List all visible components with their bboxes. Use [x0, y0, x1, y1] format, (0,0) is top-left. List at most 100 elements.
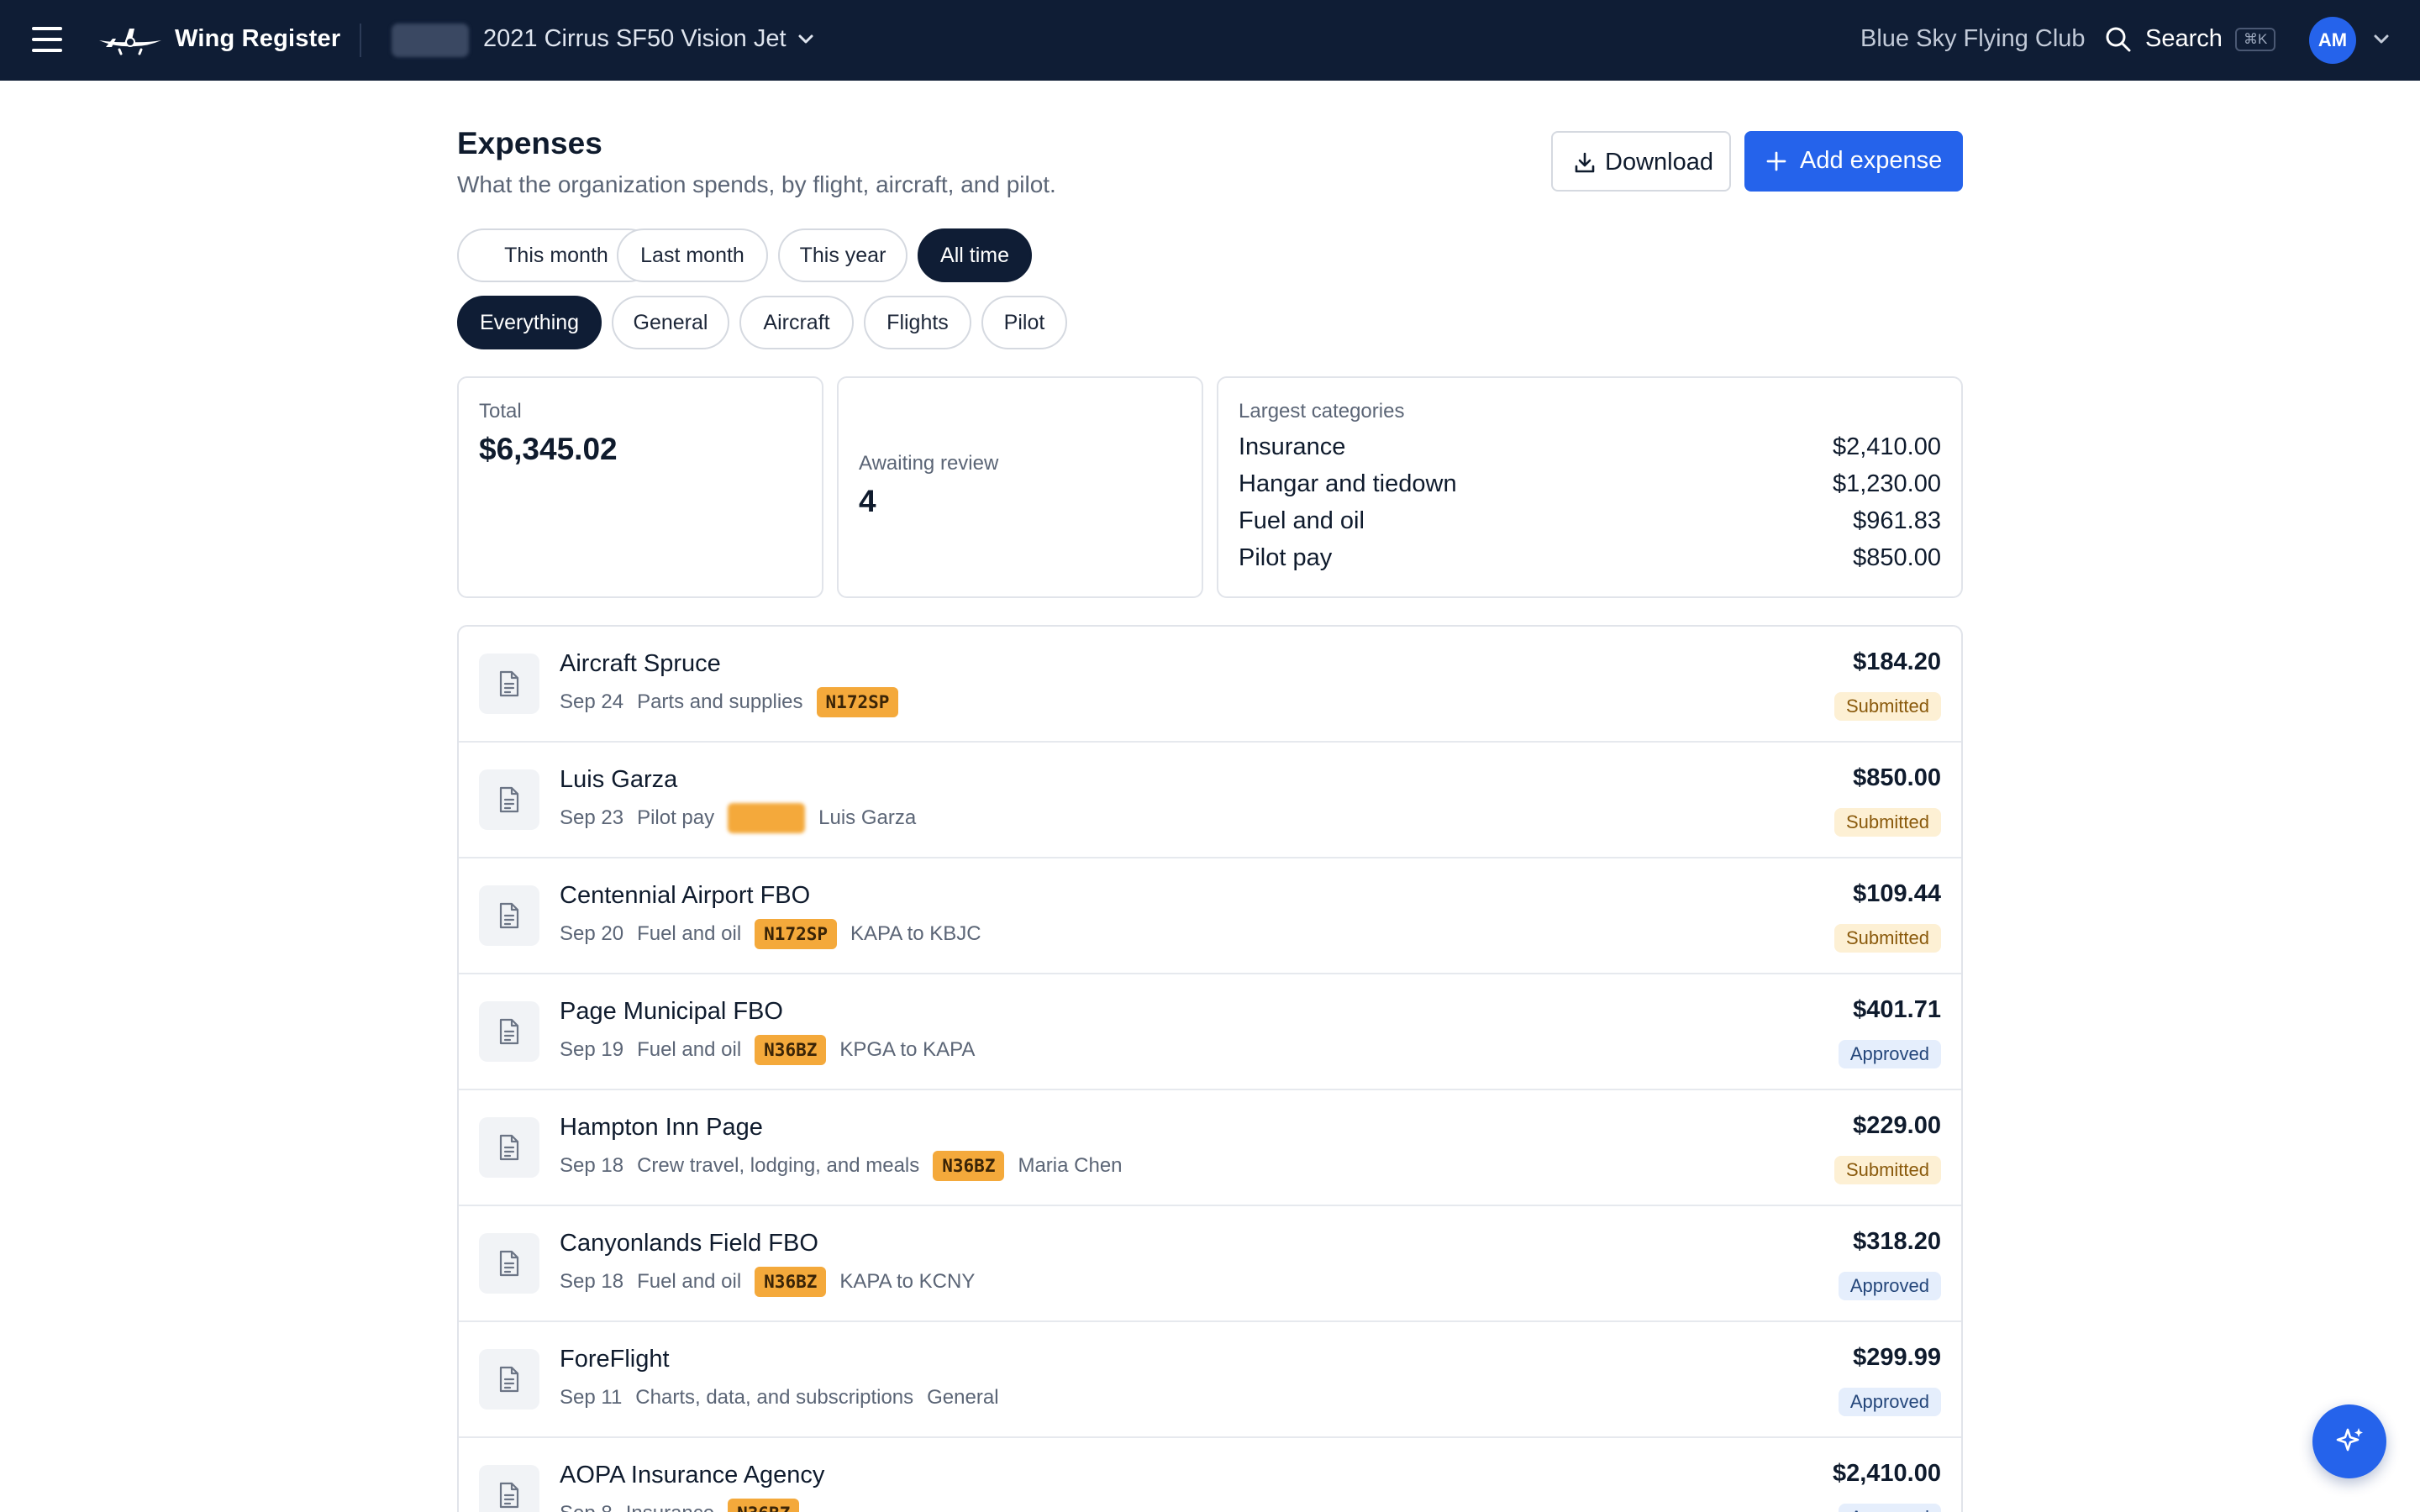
- org-name[interactable]: Blue Sky Flying Club: [1860, 25, 2086, 53]
- filter-general[interactable]: General: [612, 296, 729, 349]
- expense-amount: $2,410.00: [1832, 1460, 1941, 1487]
- document-icon: [479, 654, 539, 714]
- tail-number-tag[interactable]: N36BZ: [728, 1499, 800, 1512]
- filter-all-time[interactable]: All time: [918, 228, 1032, 282]
- download-icon: [1575, 152, 1595, 173]
- expense-category: Fuel and oil: [637, 1038, 742, 1061]
- expense-date: Sep 20: [560, 922, 624, 945]
- menu-icon[interactable]: [32, 27, 62, 54]
- app-name[interactable]: Wing Register: [175, 25, 340, 53]
- expense-row[interactable]: Aircraft Spruce Sep 24 Parts and supplie…: [459, 627, 1961, 743]
- expense-vendor: AOPA Insurance Agency: [560, 1462, 825, 1488]
- expense-row[interactable]: Canyonlands Field FBO Sep 18 Fuel and oi…: [459, 1206, 1961, 1322]
- awaiting-review-value: 4: [859, 484, 876, 518]
- tail-number-tag[interactable]: N36BZ: [755, 1035, 827, 1065]
- add-expense-button[interactable]: Add expense: [1744, 131, 1963, 192]
- document-icon: [479, 1349, 539, 1410]
- largest-categories-label: Largest categories: [1239, 400, 1405, 423]
- status-badge: Submitted: [1833, 692, 1941, 721]
- assistant-button[interactable]: [2312, 1404, 2386, 1478]
- search-icon[interactable]: [2104, 25, 2133, 54]
- document-icon: [479, 1117, 539, 1178]
- category-name: Pilot pay: [1239, 544, 1333, 571]
- expense-vendor: Luis Garza: [560, 766, 678, 793]
- expense-meta: Sep 19 Fuel and oil N36BZ KPGA to KAPA: [560, 1035, 988, 1065]
- expense-detail: KPGA to KAPA: [839, 1038, 976, 1061]
- plane-logo-icon[interactable]: [97, 22, 163, 59]
- category-row: Fuel and oil $961.83: [1239, 507, 1941, 541]
- expense-meta: Sep 18 Fuel and oil N36BZ KAPA to KCNY: [560, 1267, 988, 1297]
- plus-icon: [1766, 151, 1786, 171]
- expense-list: Aircraft Spruce Sep 24 Parts and supplie…: [457, 625, 1963, 1512]
- category-name: Hangar and tiedown: [1239, 470, 1457, 497]
- category-amount: $961.83: [1853, 507, 1941, 534]
- aircraft-selector[interactable]: 2021 Cirrus SF50 Vision Jet: [483, 25, 786, 53]
- status-badge: Submitted: [1833, 1156, 1941, 1184]
- status-badge: Approved: [1838, 1504, 1941, 1512]
- expense-vendor: Centennial Airport FBO: [560, 882, 811, 909]
- expense-meta: Sep 20 Fuel and oil N172SP KAPA to KBJC: [560, 919, 995, 949]
- total-value: $6,345.02: [479, 432, 618, 466]
- expense-detail: KAPA to KBJC: [850, 922, 981, 945]
- category-amount: $2,410.00: [1832, 433, 1941, 460]
- expense-amount: $184.20: [1853, 648, 1941, 675]
- expense-category: Fuel and oil: [637, 922, 742, 945]
- top-nav-bar: Wing Register 2021 Cirrus SF50 Vision Je…: [0, 0, 2420, 81]
- filter-this-year[interactable]: This year: [778, 228, 908, 282]
- expense-meta: Sep 18 Crew travel, lodging, and meals N…: [560, 1151, 1136, 1181]
- filter-pilot[interactable]: Pilot: [981, 296, 1067, 349]
- tail-number-tag[interactable]: [728, 803, 806, 833]
- expense-amount: $318.20: [1853, 1228, 1941, 1255]
- total-label: Total: [479, 400, 522, 423]
- chevron-down-icon[interactable]: [2371, 30, 2391, 49]
- document-icon: [479, 885, 539, 946]
- expense-category: Fuel and oil: [637, 1270, 742, 1293]
- tail-number-tag[interactable]: N172SP: [755, 919, 838, 949]
- search-button[interactable]: Search: [2145, 25, 2223, 53]
- expense-meta: Sep 23 Pilot pay Luis Garza: [560, 803, 929, 833]
- expense-row[interactable]: Luis Garza Sep 23 Pilot pay Luis Garza $…: [459, 743, 1961, 858]
- status-badge: Submitted: [1833, 924, 1941, 953]
- expense-row[interactable]: Centennial Airport FBO Sep 20 Fuel and o…: [459, 858, 1961, 974]
- status-badge: Approved: [1838, 1040, 1941, 1068]
- expense-row[interactable]: Page Municipal FBO Sep 19 Fuel and oil N…: [459, 974, 1961, 1090]
- status-badge: Approved: [1838, 1272, 1941, 1300]
- expense-category: Charts, data, and subscriptions: [635, 1386, 914, 1409]
- filter-aircraft[interactable]: Aircraft: [739, 296, 854, 349]
- awaiting-review-card[interactable]: Awaiting review 4: [837, 376, 1203, 598]
- expense-category: Parts and supplies: [637, 690, 803, 713]
- document-icon: [479, 1465, 539, 1512]
- expense-amount: $299.99: [1853, 1344, 1941, 1371]
- avatar[interactable]: AM: [2309, 17, 2356, 64]
- filter-last-month[interactable]: Last month: [617, 228, 768, 282]
- download-button[interactable]: Download: [1551, 131, 1731, 192]
- category-name: Insurance: [1239, 433, 1346, 460]
- expense-meta: Sep 11 Charts, data, and subscriptions G…: [560, 1383, 1013, 1413]
- tail-number-tag[interactable]: N36BZ: [755, 1267, 827, 1297]
- category-amount: $850.00: [1853, 544, 1941, 571]
- chevron-down-icon[interactable]: [795, 30, 817, 49]
- add-expense-label: Add expense: [1800, 147, 1943, 174]
- total-card: Total $6,345.02: [457, 376, 823, 598]
- expense-meta: Sep 24 Parts and supplies N172SP: [560, 687, 912, 717]
- expense-category: Insurance: [626, 1502, 714, 1512]
- category-row: Hangar and tiedown $1,230.00: [1239, 470, 1941, 504]
- tail-number-tag[interactable]: N36BZ: [933, 1151, 1005, 1181]
- expense-row[interactable]: ForeFlight Sep 11 Charts, data, and subs…: [459, 1322, 1961, 1438]
- expense-detail: General: [927, 1386, 999, 1409]
- tail-number-tag[interactable]: N172SP: [816, 687, 899, 717]
- filter-flights[interactable]: Flights: [864, 296, 971, 349]
- page-subtitle: What the organization spends, by flight,…: [457, 171, 1056, 197]
- expense-date: Sep 18: [560, 1154, 624, 1177]
- document-icon: [479, 1233, 539, 1294]
- expense-amount: $229.00: [1853, 1112, 1941, 1139]
- download-label: Download: [1605, 149, 1713, 176]
- document-icon: [479, 769, 539, 830]
- expense-date: Sep 8: [560, 1502, 613, 1512]
- largest-categories-card: Largest categories Insurance $2,410.00 H…: [1217, 376, 1963, 598]
- filter-everything[interactable]: Everything: [457, 296, 602, 349]
- expense-row[interactable]: Hampton Inn Page Sep 18 Crew travel, lod…: [459, 1090, 1961, 1206]
- sparkle-icon: [2336, 1428, 2363, 1452]
- expense-row[interactable]: AOPA Insurance Agency Sep 8 Insurance N3…: [459, 1438, 1961, 1512]
- category-name: Fuel and oil: [1239, 507, 1365, 534]
